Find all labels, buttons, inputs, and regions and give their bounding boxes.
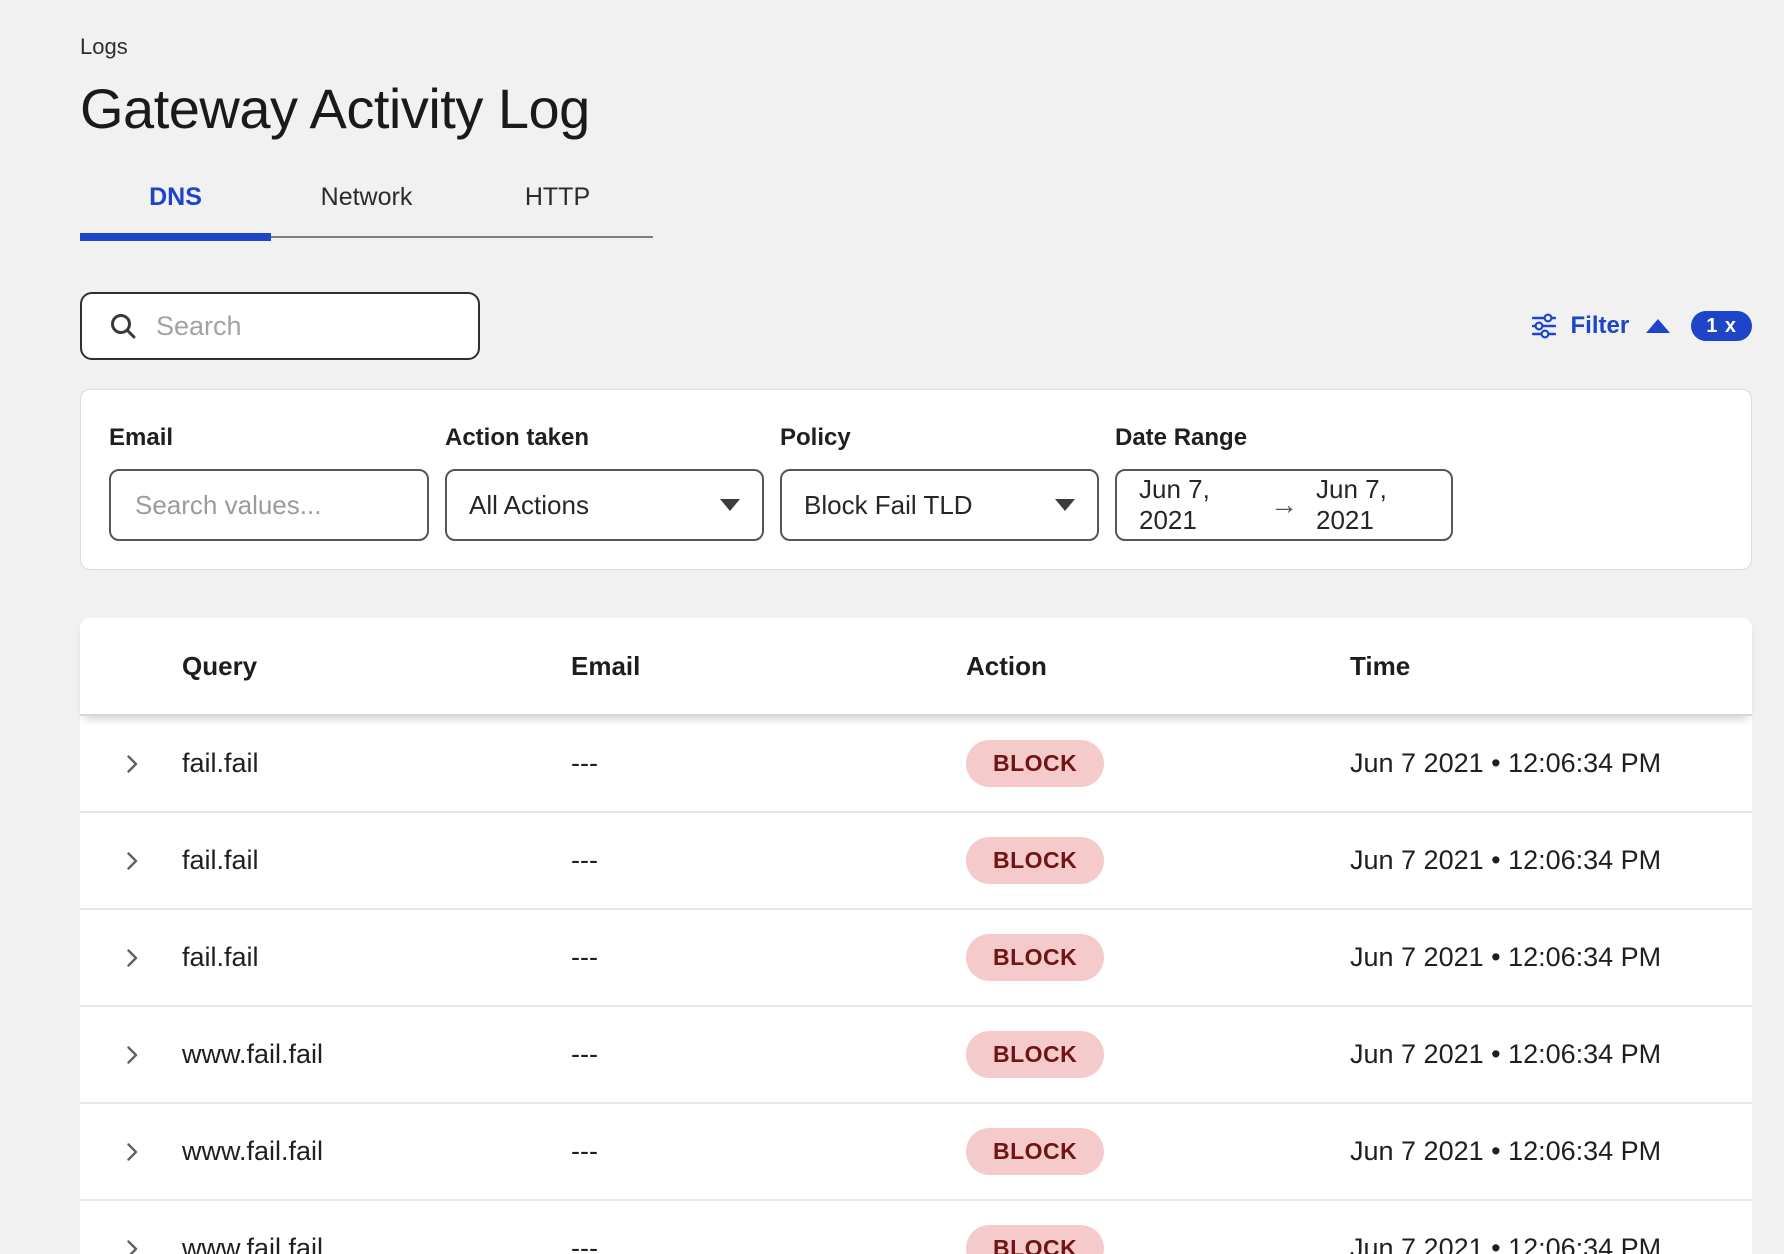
chevron-right-icon[interactable] [120,849,144,873]
chevron-right-icon[interactable] [120,1140,144,1164]
action-taken-field: Action taken All Actions [445,424,764,541]
breadcrumb: Logs [80,0,1752,60]
email-cell: --- [571,748,966,779]
column-header-time: Time [1350,651,1752,682]
active-tab-indicator [80,233,271,241]
action-badge: BLOCK [966,934,1104,981]
time-cell: Jun 7 2021 • 12:06:34 PM [1350,1233,1752,1254]
caret-down-icon [720,499,740,511]
chevron-right-icon[interactable] [120,752,144,776]
date-range-field: Date Range Jun 7, 2021 → Jun 7, 2021 [1115,424,1453,541]
table-row[interactable]: www.fail.fail --- BLOCK Jun 7 2021 • 12:… [80,1007,1752,1104]
chevron-right-icon[interactable] [120,1237,144,1254]
tab-network[interactable]: Network [271,169,462,236]
table-row[interactable]: fail.fail --- BLOCK Jun 7 2021 • 12:06:3… [80,910,1752,1007]
end-date[interactable]: Jun 7, 2021 [1316,474,1429,536]
query-cell: fail.fail [182,845,571,876]
search-icon [108,311,138,341]
time-cell: Jun 7 2021 • 12:06:34 PM [1350,942,1752,973]
action-badge: BLOCK [966,1225,1104,1254]
column-header-action: Action [966,651,1350,682]
tab-http[interactable]: HTTP [462,169,653,236]
arrow-right-icon: → [1270,489,1298,521]
search-input[interactable] [154,310,460,343]
policy-label: Policy [780,424,1099,452]
filter-count-badge[interactable]: 1 x [1691,311,1752,341]
query-cell: www.fail.fail [182,1233,571,1254]
query-cell: www.fail.fail [182,1136,571,1167]
filter-sliders-icon [1532,313,1556,339]
page-title: Gateway Activity Log [80,76,1752,141]
gateway-activity-log-page: Logs Gateway Activity Log DNS Network HT… [0,0,1784,1254]
email-cell: --- [571,845,966,876]
time-cell: Jun 7 2021 • 12:06:34 PM [1350,1136,1752,1167]
action-badge: BLOCK [966,837,1104,884]
action-badge: BLOCK [966,1128,1104,1175]
policy-field: Policy Block Fail TLD [780,424,1099,541]
caret-up-icon[interactable] [1646,319,1670,333]
time-cell: Jun 7 2021 • 12:06:34 PM [1350,845,1752,876]
action-taken-label: Action taken [445,424,764,452]
query-cell: fail.fail [182,942,571,973]
action-badge: BLOCK [966,1031,1104,1078]
filter-panel: Email Action taken All Actions Policy Bl… [80,389,1752,570]
table-header-row: Query Email Action Time [80,618,1752,716]
search-box[interactable] [80,292,480,360]
table-row[interactable]: www.fail.fail --- BLOCK Jun 7 2021 • 12:… [80,1104,1752,1201]
policy-select[interactable]: Block Fail TLD [780,469,1099,541]
column-header-email: Email [571,651,966,682]
table-body: fail.fail --- BLOCK Jun 7 2021 • 12:06:3… [80,716,1752,1254]
query-cell: fail.fail [182,748,571,779]
email-cell: --- [571,1136,966,1167]
action-badge: BLOCK [966,740,1104,787]
toolbar: Filter 1 x [80,292,1752,360]
tab-bar: DNS Network HTTP [80,169,653,238]
date-range-label: Date Range [1115,424,1453,452]
filter-controls: Filter 1 x [1532,311,1753,341]
table-row[interactable]: fail.fail --- BLOCK Jun 7 2021 • 12:06:3… [80,716,1752,813]
start-date[interactable]: Jun 7, 2021 [1139,474,1252,536]
email-filter-label: Email [109,424,429,452]
query-cell: www.fail.fail [182,1039,571,1070]
tab-dns[interactable]: DNS [80,169,271,236]
table-row[interactable]: fail.fail --- BLOCK Jun 7 2021 • 12:06:3… [80,813,1752,910]
policy-value: Block Fail TLD [804,490,973,521]
caret-down-icon [1055,499,1075,511]
action-taken-value: All Actions [469,490,589,521]
chevron-right-icon[interactable] [120,1043,144,1067]
email-filter-field: Email [109,424,429,541]
email-cell: --- [571,1039,966,1070]
time-cell: Jun 7 2021 • 12:06:34 PM [1350,1039,1752,1070]
chevron-right-icon[interactable] [120,946,144,970]
time-cell: Jun 7 2021 • 12:06:34 PM [1350,748,1752,779]
activity-log-table: Query Email Action Time fail.fail --- BL… [80,618,1752,1254]
filter-toggle-button[interactable]: Filter [1571,312,1630,340]
column-header-query: Query [182,651,571,682]
table-row[interactable]: www.fail.fail --- BLOCK Jun 7 2021 • 12:… [80,1201,1752,1254]
email-cell: --- [571,1233,966,1254]
action-taken-select[interactable]: All Actions [445,469,764,541]
email-filter-input[interactable] [133,489,405,522]
email-cell: --- [571,942,966,973]
date-range-picker[interactable]: Jun 7, 2021 → Jun 7, 2021 [1115,469,1453,541]
